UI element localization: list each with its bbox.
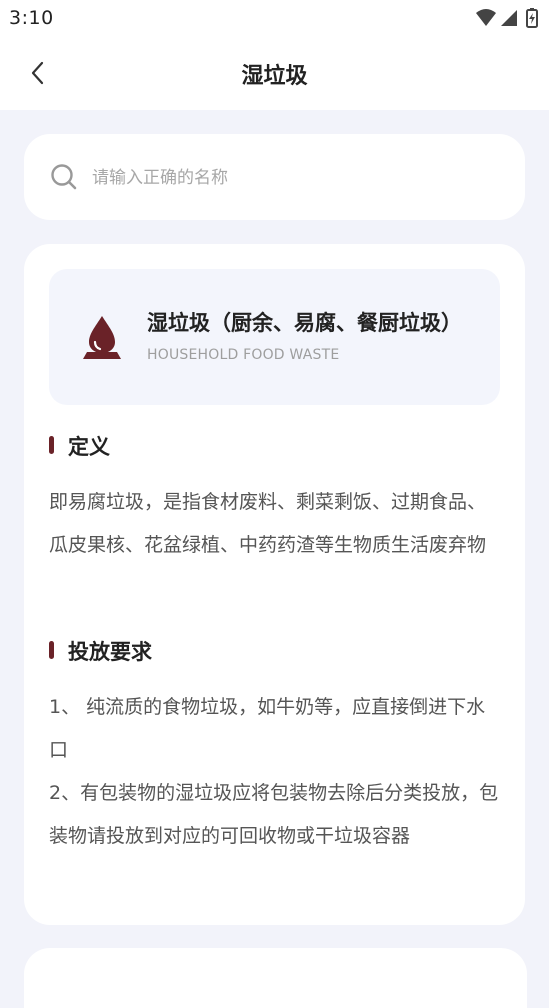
wifi-icon: [476, 9, 496, 26]
water-drop-on-stand-icon: [83, 316, 121, 359]
definition-text: 即易腐垃圾，是指食材废料、剩菜剩饭、过期食品、瓜皮果核、花盆绿植、中药药渣等生物…: [49, 481, 504, 567]
category-header: 湿垃圾（厨余、易腐、餐厨垃圾） HOUSEHOLD FOOD WASTE: [49, 269, 500, 405]
section-marker: [49, 436, 54, 454]
definition-paragraph: 即易腐垃圾，是指食材废料、剩菜剩饭、过期食品、瓜皮果核、花盆绿植、中药药渣等生物…: [49, 491, 487, 556]
page-title: 湿垃圾: [241, 64, 308, 89]
category-name: 湿垃圾（厨余、易腐、餐厨垃圾）: [147, 311, 462, 335]
requirement-item: 2、有包装物的湿垃圾应将包装物去除后分类投放，包装物请投放到对应的可回收物或干垃…: [49, 782, 499, 847]
category-name-english: HOUSEHOLD FOOD WASTE: [147, 347, 340, 363]
battery-charging-icon: [526, 8, 538, 28]
status-time: 3:10: [9, 7, 54, 29]
next-card: [24, 948, 527, 1008]
section-marker: [49, 641, 54, 659]
app-header: 3:10 湿垃圾: [0, 0, 549, 110]
section-title: 定义: [68, 435, 110, 459]
cellular-signal-icon: [501, 10, 517, 26]
search-bar[interactable]: [24, 134, 525, 220]
requirements-list: 1、 纯流质的食物垃圾，如牛奶等，应直接倒进下水口 2、有包装物的湿垃圾应将包装…: [49, 686, 504, 858]
requirement-item: 1、 纯流质的食物垃圾，如牛奶等，应直接倒进下水口: [49, 696, 486, 761]
category-detail-card: 湿垃圾（厨余、易腐、餐厨垃圾） HOUSEHOLD FOOD WASTE 定义 …: [24, 244, 525, 925]
search-input[interactable]: [90, 160, 494, 196]
status-icons: [475, 8, 539, 28]
search-icon: [51, 164, 77, 190]
section-title: 投放要求: [68, 640, 152, 664]
